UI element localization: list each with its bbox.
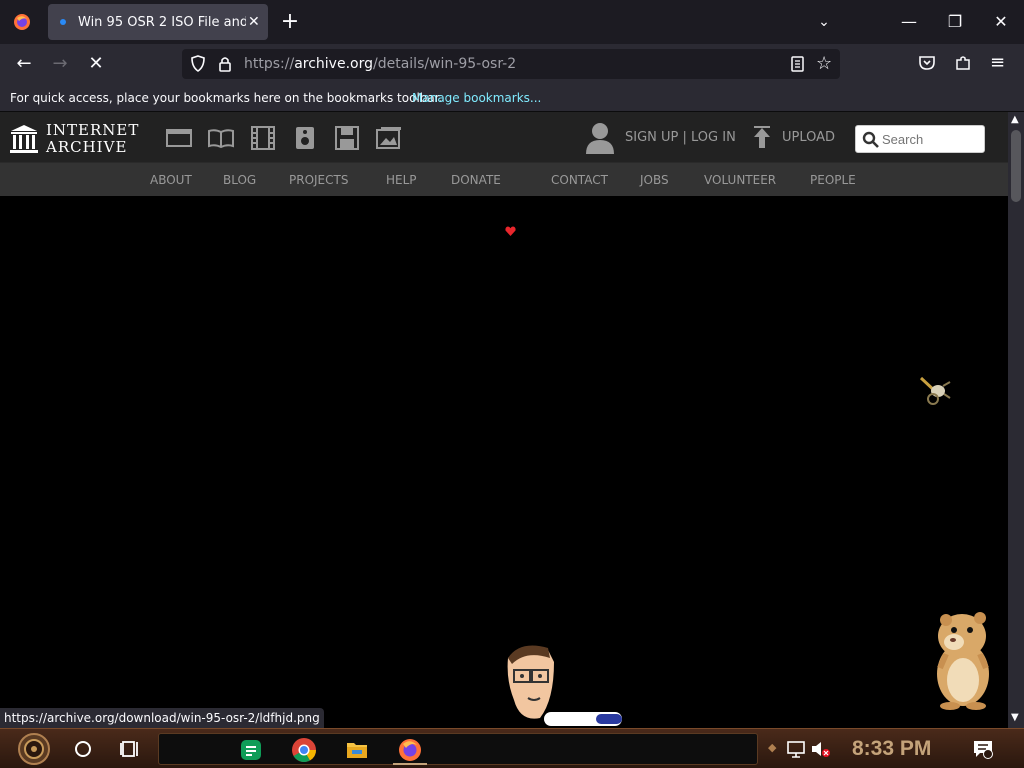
extensions-puzzle-icon[interactable] <box>954 54 972 76</box>
nav-contact[interactable]: CONTACT <box>551 173 608 187</box>
nav-people[interactable]: PEOPLE <box>810 173 856 187</box>
internet-archive-logo[interactable]: INTERNET ARCHIVE <box>10 121 146 156</box>
start-button-gear-icon[interactable] <box>14 732 54 766</box>
active-app-indicator <box>393 763 427 765</box>
loading-indicator-icon <box>60 19 66 25</box>
archive-building-icon <box>10 125 38 153</box>
ia-header: INTERNET ARCHIVE SIGN UP | LOG IN UPLOAD <box>0 112 1008 162</box>
stop-loading-button[interactable]: ✕ <box>82 50 110 78</box>
donate-heart-icon <box>505 226 516 236</box>
url-text[interactable]: https://archive.org/details/win-95-osr-2 <box>244 56 516 72</box>
taskbar-clock[interactable]: 8:33 PM <box>852 737 931 761</box>
new-tab-button[interactable]: + <box>276 8 304 36</box>
reader-view-icon[interactable] <box>790 55 806 77</box>
flying-bug-image <box>919 376 951 405</box>
taskbar: ◆ 8:33 PM <box>0 728 1024 768</box>
nav-donate[interactable]: DONATE <box>451 173 501 187</box>
file-explorer-icon[interactable] <box>345 738 369 762</box>
ia-secondary-nav: ABOUT BLOG PROJECTS HELP DONATE CONTACT … <box>0 162 1008 236</box>
images-icon[interactable] <box>376 126 402 150</box>
user-avatar-icon[interactable] <box>586 122 614 154</box>
tracking-protection-shield-icon[interactable] <box>190 55 206 77</box>
tab-title: Win 95 OSR 2 ISO File and P <box>78 14 246 30</box>
bookmark-star-icon[interactable]: ☆ <box>816 53 832 74</box>
lock-icon[interactable] <box>218 55 232 77</box>
texts-book-icon[interactable] <box>208 126 234 150</box>
search-input[interactable] <box>882 130 980 148</box>
restore-button[interactable]: ❐ <box>932 0 978 44</box>
tab-bar: Win 95 OSR 2 ISO File and P ✕ + ⌄ — ❐ ✕ <box>0 0 1024 44</box>
nav-about[interactable]: ABOUT <box>150 173 192 187</box>
bookmarks-message: For quick access, place your bookmarks h… <box>10 91 443 105</box>
status-url-tooltip: https://archive.org/download/win-95-osr-… <box>0 708 324 728</box>
logo-text-internet: INTERNET <box>46 121 140 139</box>
upload-arrow-icon[interactable] <box>752 126 772 150</box>
address-bar[interactable]: https://archive.org/details/win-95-osr-2… <box>182 49 840 79</box>
task-view-icon[interactable] <box>120 739 140 759</box>
cartoon-man-image <box>507 645 622 726</box>
close-tab-icon[interactable]: ✕ <box>248 14 260 30</box>
sign-up-log-in-link[interactable]: SIGN UP | LOG IN <box>625 130 736 145</box>
page-content: INTERNET ARCHIVE SIGN UP | LOG IN UPLOAD… <box>0 112 1008 728</box>
navigation-toolbar: ← → ✕ https://archive.org/details/win-95… <box>0 44 1024 84</box>
hamburger-menu-icon[interactable]: ≡ <box>990 52 1005 73</box>
search-icon[interactable] <box>862 131 880 149</box>
nav-jobs[interactable]: JOBS <box>640 173 669 187</box>
dancing-hamster-image <box>937 612 989 710</box>
web-icon[interactable] <box>166 126 192 150</box>
scroll-down-icon[interactable]: ▼ <box>1011 712 1019 723</box>
browser-tab[interactable]: Win 95 OSR 2 ISO File and P ✕ <box>48 4 268 40</box>
action-center-notification-icon[interactable] <box>972 738 994 760</box>
volume-muted-icon[interactable] <box>810 739 832 759</box>
bookmarks-toolbar: For quick access, place your bookmarks h… <box>0 84 1024 112</box>
page-scrollbar[interactable]: ▲ ▼ <box>1008 112 1024 728</box>
chrome-icon[interactable] <box>291 737 317 763</box>
software-floppy-icon[interactable] <box>334 126 360 150</box>
tray-overflow-icon[interactable]: ◆ <box>768 741 776 754</box>
scroll-up-icon[interactable]: ▲ <box>1011 114 1019 125</box>
upload-link[interactable]: UPLOAD <box>782 130 835 145</box>
network-icon[interactable] <box>786 739 808 759</box>
search-box[interactable] <box>855 125 985 153</box>
nav-projects[interactable]: PROJECTS <box>289 173 348 187</box>
cortana-search-icon[interactable] <box>74 740 92 758</box>
taskbar-pinned-apps <box>158 733 758 765</box>
nav-blog[interactable]: BLOG <box>223 173 256 187</box>
firefox-logo-icon[interactable] <box>0 0 44 44</box>
firefox-taskbar-icon[interactable] <box>397 737 423 763</box>
back-button[interactable]: ← <box>10 50 38 78</box>
list-all-tabs-button[interactable]: ⌄ <box>810 8 838 36</box>
pocket-icon[interactable] <box>918 54 936 76</box>
audio-speaker-icon[interactable] <box>292 126 318 150</box>
manage-bookmarks-link[interactable]: Manage bookmarks... <box>412 91 541 105</box>
close-window-button[interactable]: ✕ <box>978 0 1024 44</box>
scroll-thumb[interactable] <box>1011 130 1021 202</box>
video-film-icon[interactable] <box>250 126 276 150</box>
minimize-button[interactable]: — <box>886 0 932 44</box>
forward-button[interactable]: → <box>46 50 74 78</box>
nav-volunteer[interactable]: VOLUNTEER <box>704 173 776 187</box>
nav-help[interactable]: HELP <box>386 173 417 187</box>
google-sheets-icon[interactable] <box>239 738 263 762</box>
logo-text-archive: ARCHIVE <box>46 138 128 156</box>
